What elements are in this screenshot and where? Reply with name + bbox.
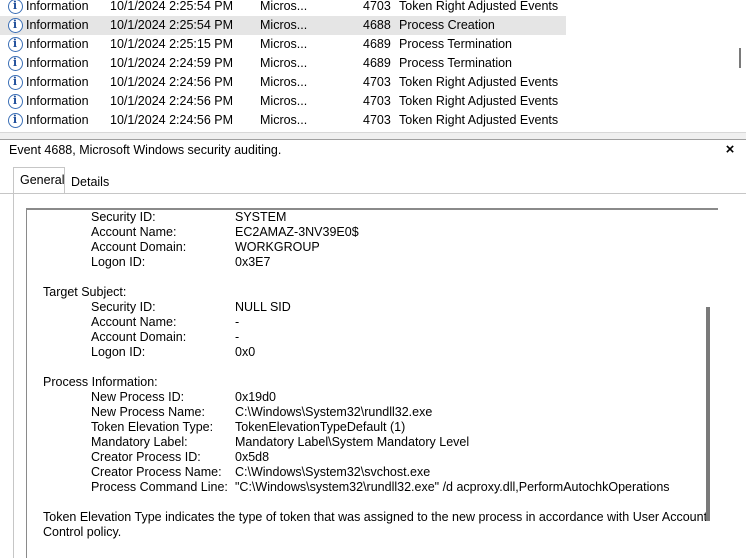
event-level: Information (26, 56, 89, 70)
field-value: C:\Windows\System32\svchost.exe (235, 465, 431, 479)
field-value: - (235, 330, 240, 344)
event-task-category: Token Right Adjusted Events (399, 113, 559, 127)
field-label: Logon ID: (91, 345, 146, 359)
event-source: Micros... (260, 94, 308, 108)
field-label: Logon ID: (91, 255, 146, 269)
event-date: 10/1/2024 2:25:15 PM (110, 37, 234, 51)
event-task-category: Token Right Adjusted Events (399, 0, 559, 13)
event-id: 4688 (363, 18, 391, 32)
field-label: Creator Process Name: (91, 465, 222, 479)
field-value: 0x3E7 (235, 255, 271, 269)
scrollbar-thumb[interactable] (739, 48, 741, 68)
event-row[interactable]: Information 10/1/2024 2:24:59 PM Micros.… (0, 54, 566, 73)
event-task-category: Process Termination (399, 56, 513, 70)
event-task-category: Token Right Adjusted Events (399, 94, 559, 108)
information-icon (8, 94, 23, 109)
field-value: WORKGROUP (235, 240, 320, 254)
information-icon (8, 0, 23, 14)
event-level: Information (26, 94, 89, 108)
field-value: Mandatory Label\System Mandatory Level (235, 435, 470, 449)
event-id: 4703 (363, 0, 391, 13)
event-id: 4689 (363, 56, 391, 70)
event-task-category: Process Termination (399, 37, 513, 51)
event-source: Micros... (260, 75, 308, 89)
event-row[interactable]: Information 10/1/2024 2:25:15 PM Micros.… (0, 35, 566, 54)
event-row[interactable]: Information 10/1/2024 2:24:56 PM Micros.… (0, 111, 566, 130)
event-id: 4703 (363, 113, 391, 127)
field-value: NULL SID (235, 300, 291, 314)
information-icon (8, 75, 23, 90)
field-label: New Process Name: (91, 405, 205, 419)
description-text: Control policy. (43, 525, 122, 539)
pane-splitter[interactable] (0, 132, 746, 140)
description-text: Token Elevation Type indicates the type … (43, 510, 708, 524)
tab-general[interactable]: General (13, 167, 65, 194)
field-label: Account Domain: (91, 330, 187, 344)
field-label: Security ID: (91, 210, 156, 224)
field-value: - (235, 315, 240, 329)
event-row[interactable]: Information 10/1/2024 2:25:54 PM Micros.… (0, 0, 566, 16)
field-value: C:\Windows\System32\rundll32.exe (235, 405, 433, 419)
event-id: 4703 (363, 94, 391, 108)
event-source: Micros... (260, 113, 308, 127)
information-icon (8, 56, 23, 71)
description-scrollbar[interactable] (706, 307, 710, 521)
section-header: Target Subject: (43, 285, 127, 299)
event-detail-pane: Event 4688, Microsoft Windows security a… (0, 140, 746, 558)
field-label: New Process ID: (91, 390, 185, 404)
event-row-selected[interactable]: Information 10/1/2024 2:25:54 PM Micros.… (0, 16, 566, 35)
field-label: Security ID: (91, 300, 156, 314)
event-date: 10/1/2024 2:24:56 PM (110, 113, 234, 127)
event-row[interactable]: Information 10/1/2024 2:24:56 PM Micros.… (0, 92, 566, 111)
general-tab-content: Security ID: SYSTEM Account Name: EC2AMA… (13, 194, 719, 558)
event-task-category: Token Right Adjusted Events (399, 75, 559, 89)
field-label: Account Name: (91, 225, 177, 239)
event-source: Micros... (260, 37, 308, 51)
tab-details[interactable]: Details (65, 169, 115, 195)
event-list-scrollbar[interactable] (735, 0, 746, 132)
event-task-category: Process Creation (399, 18, 495, 32)
event-date: 10/1/2024 2:25:54 PM (110, 18, 234, 32)
event-row[interactable]: Information 10/1/2024 2:24:56 PM Micros.… (0, 73, 566, 92)
event-description-box[interactable]: Security ID: SYSTEM Account Name: EC2AMA… (26, 208, 718, 558)
event-level: Information (26, 113, 89, 127)
event-level: Information (26, 18, 89, 32)
information-icon (8, 37, 23, 52)
field-label: Account Domain: (91, 240, 187, 254)
event-list: Information 10/1/2024 2:25:54 PM Micros.… (0, 0, 746, 132)
information-icon (8, 18, 23, 33)
field-value: 0x19d0 (235, 390, 277, 404)
detail-title: Event 4688, Microsoft Windows security a… (9, 143, 282, 157)
field-value: TokenElevationTypeDefault (1) (235, 420, 406, 434)
field-value: SYSTEM (235, 210, 287, 224)
event-date: 10/1/2024 2:24:56 PM (110, 94, 234, 108)
event-level: Information (26, 75, 89, 89)
event-id: 4703 (363, 75, 391, 89)
event-level: Information (26, 37, 89, 51)
close-button[interactable]: × (721, 141, 739, 159)
event-source: Micros... (260, 56, 308, 70)
event-level: Information (26, 0, 89, 13)
detail-tabs: General Details (0, 167, 746, 195)
field-value: "C:\Windows\system32\rundll32.exe" /d ac… (235, 480, 670, 494)
event-date: 10/1/2024 2:24:59 PM (110, 56, 234, 70)
field-value: 0x0 (235, 345, 256, 359)
field-value: EC2AMAZ-3NV39E0$ (235, 225, 359, 239)
field-value: 0x5d8 (235, 450, 270, 464)
event-date: 10/1/2024 2:24:56 PM (110, 75, 234, 89)
event-id: 4689 (363, 37, 391, 51)
section-header: Process Information: (43, 375, 158, 389)
field-label: Process Command Line: (91, 480, 228, 494)
field-label: Creator Process ID: (91, 450, 201, 464)
event-date: 10/1/2024 2:25:54 PM (110, 0, 234, 13)
field-label: Mandatory Label: (91, 435, 188, 449)
information-icon (8, 113, 23, 128)
event-source: Micros... (260, 18, 308, 32)
event-source: Micros... (260, 0, 308, 13)
field-label: Token Elevation Type: (91, 420, 214, 434)
field-label: Account Name: (91, 315, 177, 329)
